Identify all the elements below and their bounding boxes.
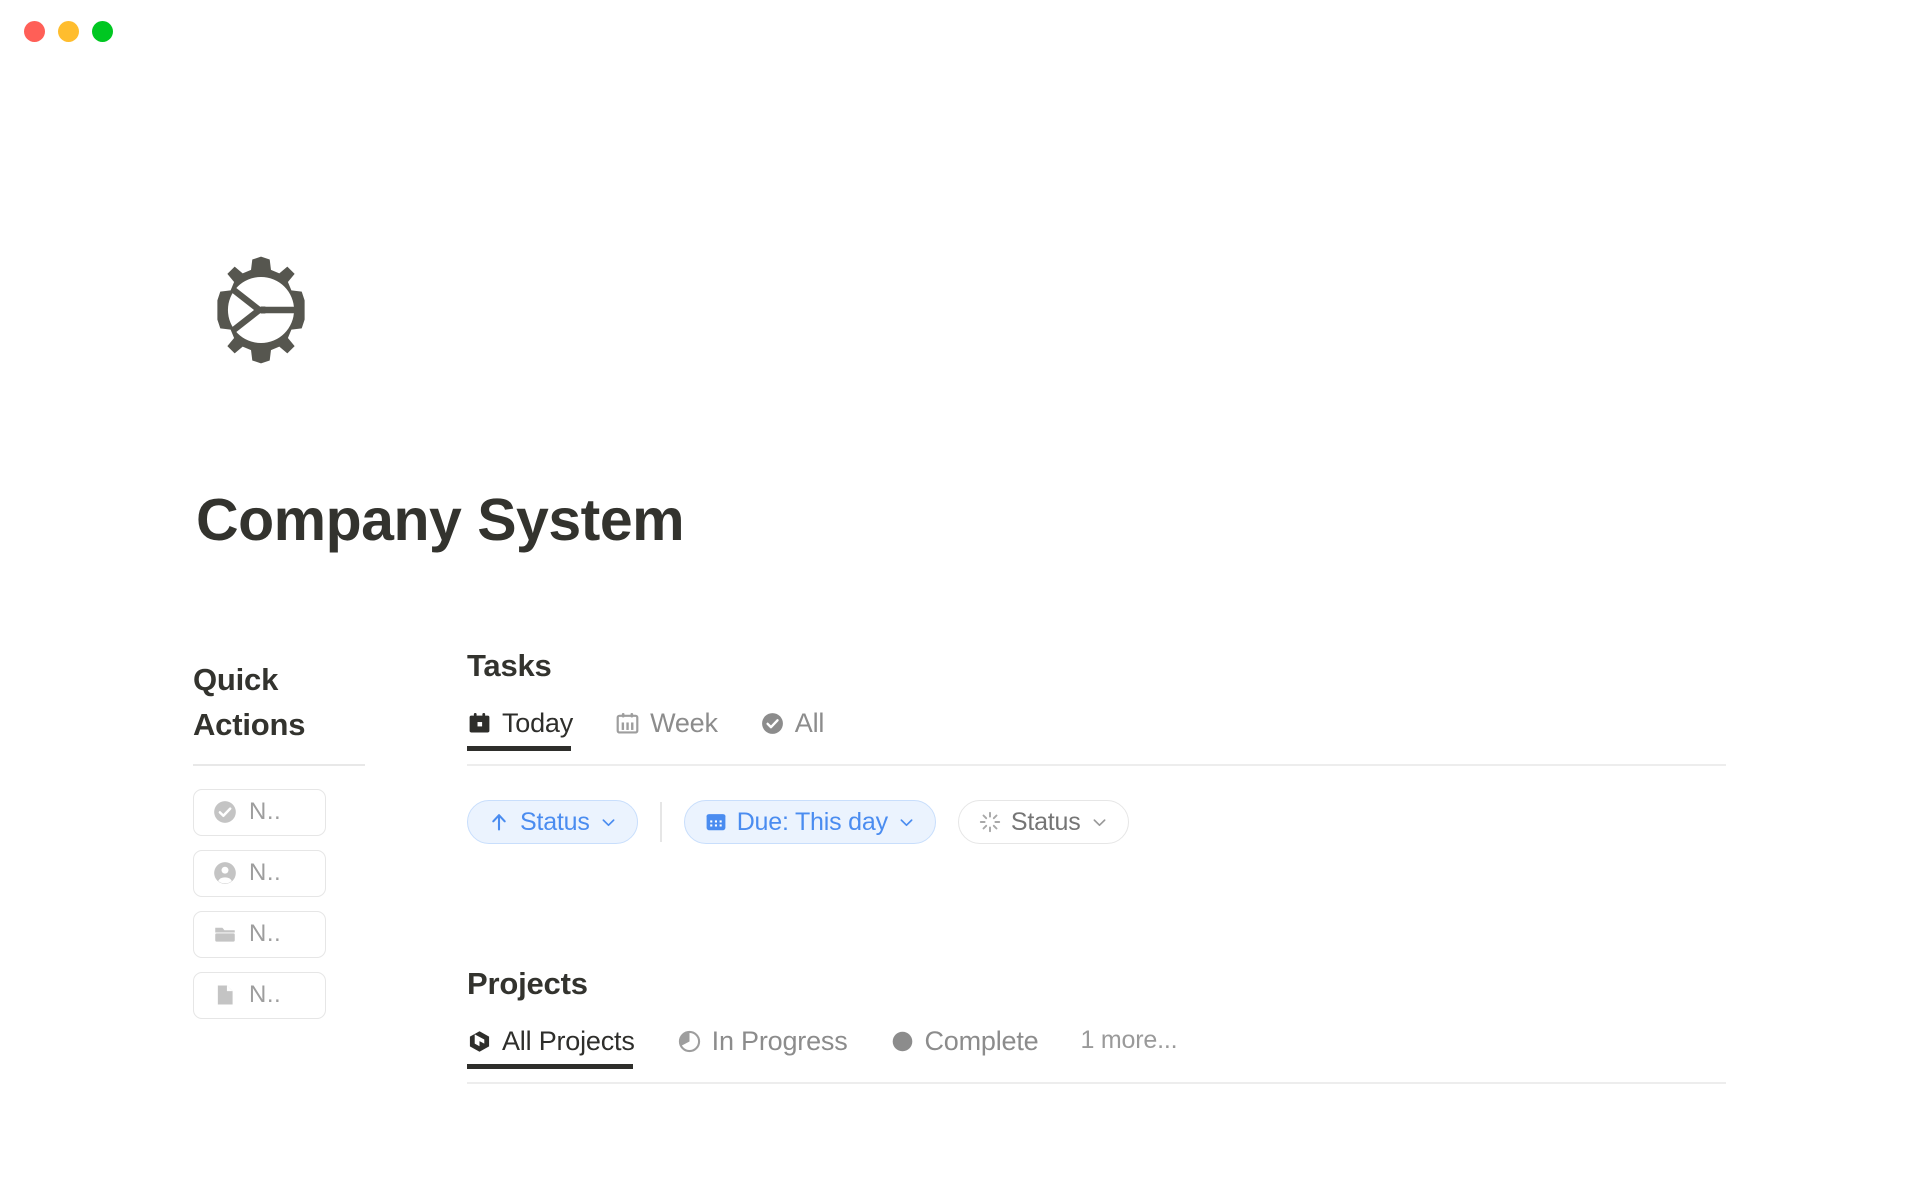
app-window: Company System Quick Actions N.. N.. N..…: [0, 0, 1920, 1200]
tab-label: Complete: [924, 1026, 1039, 1056]
filter-label: Due: This day: [736, 807, 888, 836]
quick-action-folder[interactable]: N..: [193, 910, 326, 958]
tab-projects-in-progress[interactable]: In Progress: [677, 1028, 868, 1069]
main-content: Tasks Today Week All Status Due: This da…: [467, 650, 1726, 1084]
close-window-button[interactable]: [24, 20, 45, 42]
quick-action-person[interactable]: N..: [193, 849, 326, 897]
tab-label: All Projects: [502, 1026, 635, 1056]
window-titlebar: [0, 0, 1920, 62]
filled-circle-icon: [890, 1029, 915, 1054]
quick-action-label: N..: [249, 920, 282, 948]
calendar-week-icon: [615, 711, 640, 736]
filter-label: Status: [1010, 807, 1081, 836]
tab-projects-complete[interactable]: Complete: [890, 1028, 1059, 1069]
chevron-down-icon: [1090, 813, 1109, 832]
tab-tasks-all[interactable]: All: [760, 710, 844, 751]
quick-action-document[interactable]: N..: [193, 971, 326, 1019]
filter-label: Status: [520, 807, 590, 836]
tab-projects-all[interactable]: All Projects: [467, 1028, 655, 1069]
tab-label: In Progress: [711, 1026, 848, 1056]
tab-tasks-today[interactable]: Today: [467, 710, 593, 751]
gear-icon: [203, 252, 319, 368]
cube-icon: [467, 1029, 492, 1054]
tasks-filter-row: Status Due: This day Status: [467, 798, 1726, 846]
quick-actions-list: N.. N.. N.. N..: [193, 788, 365, 1019]
person-circle-icon: [212, 860, 238, 886]
tasks-section-title: Tasks: [467, 648, 552, 683]
filter-divider: [659, 802, 662, 842]
document-icon: [212, 982, 238, 1008]
minimize-window-button[interactable]: [58, 20, 79, 42]
spinner-icon: [978, 810, 1002, 834]
tab-label: All: [794, 708, 825, 738]
arrow-up-icon: [487, 810, 511, 834]
projects-tabstrip: All Projects In Progress Complete 1 more…: [467, 1028, 1726, 1084]
calendar-grid-icon: [704, 810, 728, 834]
chevron-down-icon: [897, 813, 916, 832]
filter-due-date[interactable]: Due: This day: [683, 800, 936, 844]
quick-actions-divider: [193, 763, 365, 766]
tab-label: Week: [650, 708, 718, 738]
tab-label: 1 more...: [1080, 1026, 1178, 1054]
tab-label: Today: [502, 708, 574, 738]
quick-action-check[interactable]: N..: [193, 788, 326, 836]
quick-action-label: N..: [249, 981, 282, 1009]
quick-action-label: N..: [249, 859, 282, 887]
pie-quarter-icon: [677, 1029, 702, 1054]
filter-status-sort[interactable]: Status: [467, 800, 638, 844]
chevron-down-icon: [599, 813, 618, 832]
calendar-day-icon: [467, 711, 492, 736]
quick-actions-panel: Quick Actions N.. N.. N.. N..: [193, 658, 365, 1019]
tab-tasks-week[interactable]: Week: [615, 710, 738, 751]
check-circle-icon: [760, 711, 785, 736]
zoom-window-button[interactable]: [92, 20, 113, 42]
tab-projects-more[interactable]: 1 more...: [1080, 1028, 1197, 1067]
tasks-tabstrip: Today Week All: [467, 710, 1726, 766]
quick-action-label: N..: [249, 798, 282, 826]
check-circle-icon: [212, 799, 238, 825]
projects-section-title: Projects: [467, 966, 588, 1001]
folder-icon: [212, 921, 238, 947]
quick-actions-title: Quick Actions: [193, 662, 306, 742]
page-title: Company System: [196, 487, 685, 553]
filter-status-state[interactable]: Status: [957, 800, 1129, 844]
